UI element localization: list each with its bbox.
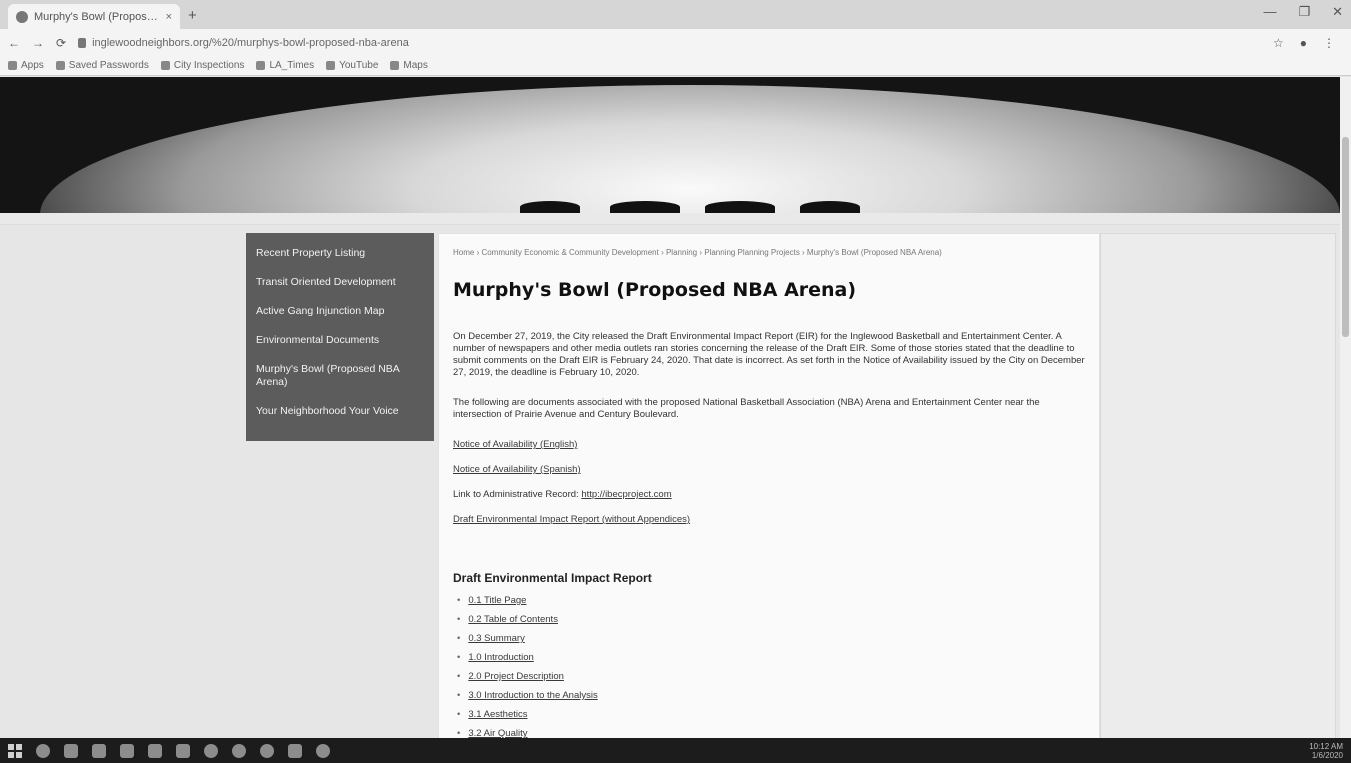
banner-shape — [520, 201, 580, 213]
youtube-icon — [326, 61, 336, 70]
administrative-record-label: Link to Administrative Record: — [453, 489, 579, 500]
search-icon[interactable] — [36, 743, 50, 758]
chapter-link[interactable]: 0.3 Summary — [468, 633, 525, 644]
site-favicon-icon — [16, 10, 28, 23]
list-item: 0.3 Summary — [457, 629, 1085, 648]
list-item: 2.0 Project Description — [457, 667, 1085, 686]
tab-title: Murphy's Bowl (Proposed NBA ... — [34, 10, 160, 23]
back-icon[interactable]: ← — [8, 36, 20, 50]
list-item: 0.2 Table of Contents — [457, 610, 1085, 629]
chapter-link[interactable]: 3.2 Air Quality — [468, 728, 527, 738]
documents-paragraph: The following are documents associated w… — [453, 397, 1040, 420]
clock-date: 1/6/2020 — [1311, 750, 1343, 760]
chrome-icon[interactable] — [204, 743, 218, 758]
profile-icon[interactable]: ● — [1300, 36, 1307, 50]
main-content: Home › Community Economic & Community De… — [438, 233, 1100, 738]
apps-icon — [8, 61, 17, 70]
notice-english-link[interactable]: Notice of Availability (English) — [453, 439, 1085, 450]
address-bar[interactable]: inglewoodneighbors.org/%20/murphys-bowl-… — [78, 32, 1261, 53]
right-panel — [1100, 233, 1336, 738]
toolbar-actions: ☆ ● ⋮ — [1273, 36, 1335, 50]
notice-spanish-link[interactable]: Notice of Availability (Spanish) — [453, 464, 1085, 475]
close-tab-icon[interactable]: × — [166, 11, 172, 23]
administrative-record-link[interactable]: http://ibecproject.com — [581, 489, 671, 500]
chapter-link[interactable]: 3.1 Aesthetics — [468, 709, 527, 720]
banner-shape — [800, 201, 860, 213]
scrollbar-thumb[interactable] — [1342, 137, 1349, 337]
mail-icon[interactable] — [176, 743, 190, 758]
new-tab-button[interactable]: + — [188, 7, 197, 24]
bookmark-icon — [256, 61, 266, 70]
maximize-icon[interactable]: ❐ — [1298, 4, 1310, 20]
minimize-icon[interactable]: — — [1263, 4, 1276, 20]
site-navbar — [0, 213, 1340, 225]
chapter-link[interactable]: 3.0 Introduction to the Analysis — [468, 690, 597, 701]
maps-icon — [390, 61, 400, 70]
store-icon[interactable] — [148, 743, 162, 758]
url-text: inglewoodneighbors.org/%20/murphys-bowl-… — [92, 36, 409, 49]
sidebar-item-your-neighborhood[interactable]: Your Neighborhood Your Voice — [256, 405, 424, 418]
browser-toolbar: ← → ⟳ inglewoodneighbors.org/%20/murphys… — [0, 29, 1351, 56]
app-icon[interactable] — [316, 743, 330, 758]
draft-eir-link[interactable]: Draft Environmental Impact Report (witho… — [453, 514, 1085, 525]
bookmark-icon — [160, 61, 170, 70]
bookmark-apps[interactable]: Apps — [8, 60, 44, 71]
bookmark-icon — [55, 61, 65, 70]
page-scrollbar[interactable] — [1340, 77, 1351, 738]
menu-icon[interactable]: ⋮ — [1323, 36, 1335, 50]
chapter-link[interactable]: 1.0 Introduction — [468, 652, 534, 663]
bookmark-youtube[interactable]: YouTube — [326, 60, 378, 71]
browser-icon[interactable] — [260, 743, 274, 758]
intro-paragraph: On December 27, 2019, the City released … — [453, 331, 1085, 378]
breadcrumb[interactable]: Home › Community Economic & Community De… — [453, 248, 1085, 257]
reload-icon[interactable]: ⟳ — [56, 36, 66, 50]
page-viewport: Recent Property Listing Transit Oriented… — [0, 77, 1351, 738]
bookmarks-bar: Apps Saved Passwords City Inspections LA… — [0, 56, 1351, 76]
bookmark-passwords[interactable]: Saved Passwords — [55, 60, 149, 71]
chapter-link[interactable]: 0.2 Table of Contents — [468, 614, 558, 625]
os-taskbar: 10:12 AM 1/6/2020 — [0, 738, 1351, 763]
star-icon[interactable]: ☆ — [1273, 36, 1284, 50]
file-explorer-icon[interactable] — [120, 743, 134, 758]
browser-tabstrip: Murphy's Bowl (Proposed NBA ... × + — ❐ … — [0, 0, 1351, 29]
forward-icon[interactable]: → — [32, 36, 44, 50]
list-item: 1.0 Introduction — [457, 648, 1085, 667]
section-title: Draft Environmental Impact Report — [453, 571, 652, 585]
windows-start-icon[interactable] — [8, 743, 22, 758]
eir-chapter-list: 0.1 Title Page 0.2 Table of Contents 0.3… — [453, 591, 1085, 738]
side-navigation: Recent Property Listing Transit Oriented… — [246, 233, 434, 441]
close-window-icon[interactable]: ✕ — [1332, 4, 1343, 20]
administrative-record-line: Link to Administrative Record: http://ib… — [453, 489, 1085, 500]
sidebar-item-murphys-bowl[interactable]: Murphy's Bowl (Proposed NBA Arena) — [256, 363, 424, 389]
sidebar-item-environmental-documents[interactable]: Environmental Documents — [256, 334, 424, 347]
clock-time: 10:12 AM — [1309, 741, 1343, 751]
sidebar-item-transit-development[interactable]: Transit Oriented Development — [256, 276, 424, 289]
system-clock[interactable]: 10:12 AM 1/6/2020 — [1309, 742, 1343, 760]
chapter-link[interactable]: 2.0 Project Description — [468, 671, 564, 682]
list-item: 3.0 Introduction to the Analysis — [457, 686, 1085, 705]
lock-icon — [78, 37, 87, 48]
chapter-link[interactable]: 0.1 Title Page — [468, 595, 526, 606]
list-item: 3.2 Air Quality — [457, 724, 1085, 738]
chrome-icon[interactable] — [232, 743, 246, 758]
edge-icon[interactable] — [92, 743, 106, 758]
bookmark-inspections[interactable]: City Inspections — [160, 60, 244, 71]
sidebar-item-property-listing[interactable]: Recent Property Listing — [256, 247, 424, 260]
list-item: 3.1 Aesthetics — [457, 705, 1085, 724]
app-icon[interactable] — [288, 743, 302, 758]
browser-tab[interactable]: Murphy's Bowl (Proposed NBA ... × — [8, 4, 180, 29]
list-item: 0.1 Title Page — [457, 591, 1085, 610]
bookmark-latimes[interactable]: LA_Times — [256, 60, 314, 71]
banner-shape — [610, 201, 680, 213]
hero-banner — [0, 77, 1340, 213]
task-view-icon[interactable] — [64, 743, 78, 758]
sidebar-item-gang-injunction-map[interactable]: Active Gang Injunction Map — [256, 305, 424, 318]
window-controls: — ❐ ✕ — [1263, 4, 1343, 20]
page-title: Murphy's Bowl (Proposed NBA Arena) — [453, 279, 857, 301]
stadium-lights-image — [40, 85, 1340, 213]
banner-shape — [705, 201, 775, 213]
bookmark-maps[interactable]: Maps — [390, 60, 428, 71]
